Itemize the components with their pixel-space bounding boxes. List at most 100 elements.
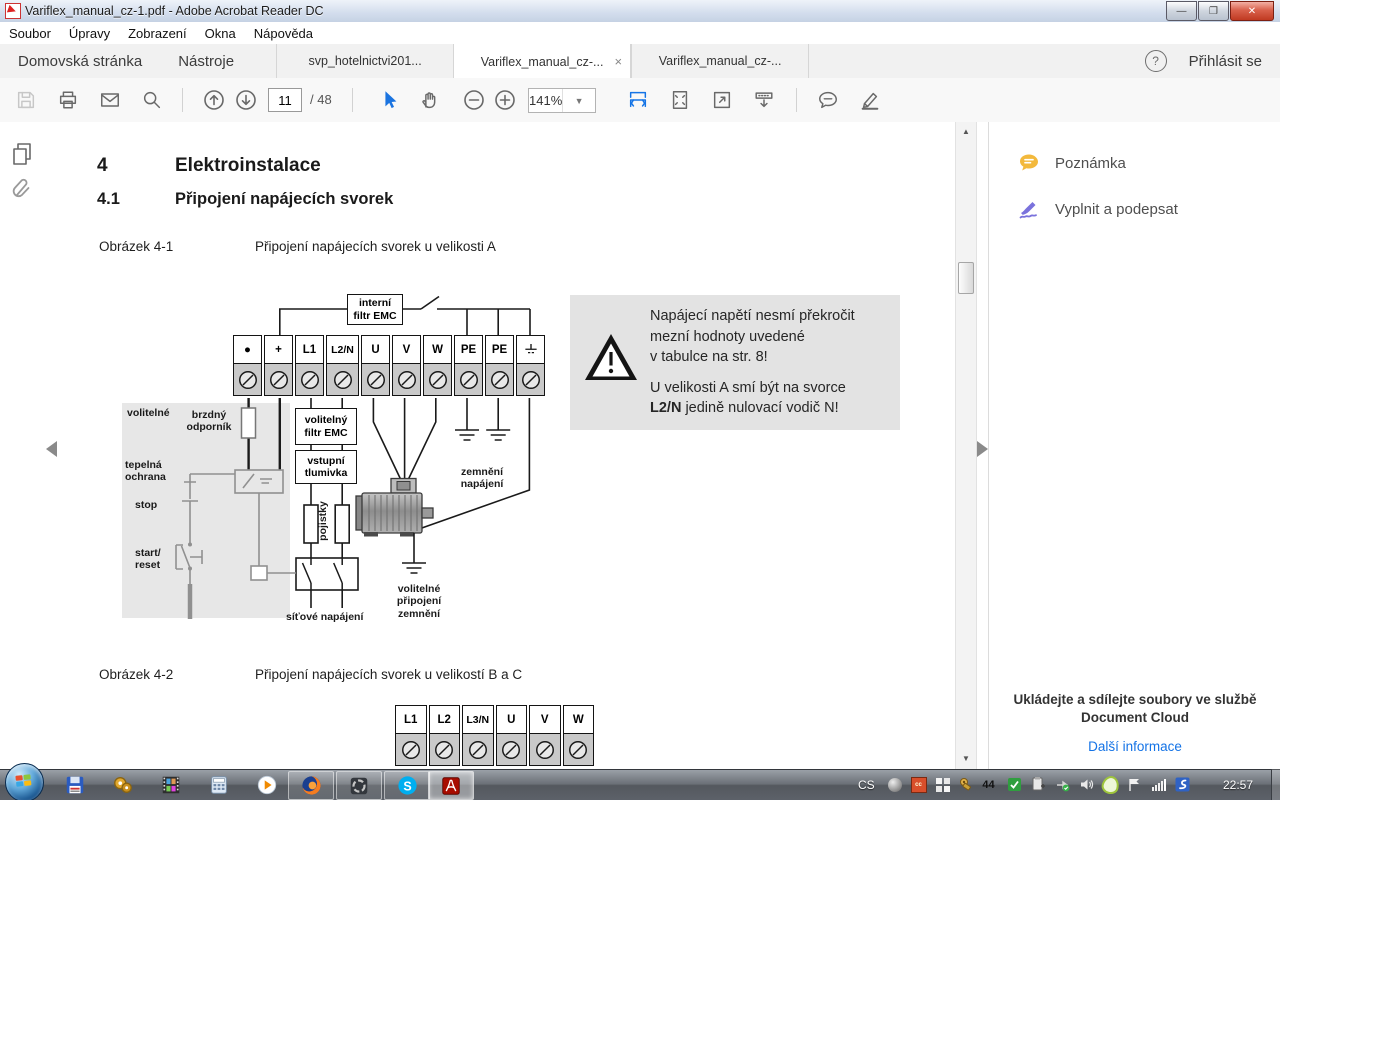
restore-button[interactable]: ❐ bbox=[1198, 1, 1229, 21]
warning-note-box: Napájecí napětí nesmí překročit mezní ho… bbox=[570, 295, 900, 430]
taskbar-calculator-app-icon[interactable] bbox=[206, 772, 231, 797]
save-button[interactable] bbox=[14, 88, 38, 112]
screw-icon bbox=[485, 363, 514, 396]
terminal-pe2: PE bbox=[485, 335, 514, 365]
page-thumbnails-icon[interactable] bbox=[10, 142, 34, 173]
terminal-v: V bbox=[529, 705, 561, 735]
actual-size-button[interactable] bbox=[710, 88, 734, 112]
zoom-out-button[interactable] bbox=[462, 88, 486, 112]
terminal-strip-size-bc: L1 L2 L3/N U V W bbox=[395, 705, 594, 766]
taskbar-media-player-app-icon[interactable] bbox=[254, 772, 279, 797]
taskbar-floppy-app-icon[interactable] bbox=[62, 772, 87, 797]
scroll-up-arrow[interactable]: ▲ bbox=[956, 124, 976, 140]
email-button[interactable] bbox=[98, 88, 122, 112]
tray-core-temp-number[interactable]: 44 bbox=[980, 776, 997, 793]
select-tool-button[interactable] bbox=[378, 88, 402, 112]
language-indicator[interactable]: CS bbox=[858, 778, 875, 792]
terminal-strip-size-a: ● + L1 L2/N U V W PE PE bbox=[233, 335, 545, 396]
document-cloud-promo-line1: Ukládejte a sdílejte soubory ve službě bbox=[989, 692, 1280, 707]
toolbar: / 48 141%▼ bbox=[0, 78, 1280, 123]
terminal-l2n: L2/N bbox=[326, 335, 359, 365]
more-info-link[interactable]: Další informace bbox=[989, 739, 1280, 754]
menu-zobrazeni[interactable]: Zobrazení bbox=[119, 26, 196, 41]
page-total-label: / 48 bbox=[310, 92, 332, 107]
clock[interactable]: 22:57 bbox=[1212, 778, 1264, 792]
doc-tab-1[interactable]: svp_hotelnictvi201... bbox=[276, 44, 453, 78]
screw-icon bbox=[454, 363, 483, 396]
fit-page-button[interactable] bbox=[668, 88, 692, 112]
tray-clipboard-plug-icon[interactable] bbox=[1030, 776, 1047, 793]
fit-width-button[interactable] bbox=[626, 88, 650, 112]
fill-sign-tool-item[interactable]: Vyplnit a podepsat bbox=[989, 194, 1280, 224]
tray-oval-app-icon[interactable] bbox=[1102, 776, 1119, 793]
tray-download-manager-icon[interactable] bbox=[1174, 776, 1191, 793]
tray-four-squares-icon[interactable] bbox=[934, 776, 951, 793]
help-icon[interactable]: ? bbox=[1145, 50, 1167, 72]
zoom-level-value: 141% bbox=[529, 93, 562, 108]
doc-tab-3[interactable]: Variflex_manual_cz-... bbox=[631, 44, 809, 78]
comment-tool-item[interactable]: Poznámka bbox=[989, 148, 1280, 178]
screw-icon bbox=[529, 733, 561, 766]
page-number-input[interactable] bbox=[268, 88, 302, 112]
screw-icon bbox=[496, 733, 528, 766]
scrollbar-thumb[interactable] bbox=[958, 262, 974, 294]
doc-tab-2-active[interactable]: Variflex_manual_cz-... × bbox=[453, 44, 631, 79]
highlighter-tool-button[interactable] bbox=[858, 88, 882, 112]
print-button[interactable] bbox=[56, 88, 80, 112]
tray-update-ball-icon[interactable] bbox=[886, 776, 903, 793]
taskbar-dark-app-button[interactable] bbox=[336, 771, 382, 800]
close-button[interactable]: ✕ bbox=[1230, 1, 1274, 21]
menu-upravy[interactable]: Úpravy bbox=[60, 26, 119, 41]
zoom-in-button[interactable] bbox=[493, 88, 517, 112]
taskbar-skype-app-button[interactable]: S bbox=[384, 771, 430, 800]
tray-network-signal-icon[interactable] bbox=[1150, 776, 1167, 793]
tray-cpu-meter-icon[interactable]: cc bbox=[910, 776, 927, 793]
taskbar-gears-app-icon[interactable] bbox=[110, 772, 135, 797]
tab-tools[interactable]: Nástroje bbox=[160, 44, 252, 78]
tray-action-center-flag-icon[interactable] bbox=[1126, 776, 1143, 793]
vertical-scrollbar[interactable]: ▲ ▼ bbox=[955, 122, 977, 769]
start-button[interactable] bbox=[5, 763, 44, 800]
scroll-down-arrow[interactable]: ▼ bbox=[956, 751, 976, 767]
show-desktop-button[interactable] bbox=[1271, 769, 1280, 800]
attachments-paperclip-icon[interactable] bbox=[9, 174, 33, 207]
sign-in-button[interactable]: Přihlásit se bbox=[1189, 53, 1262, 70]
tray-volume-icon[interactable] bbox=[1078, 776, 1095, 793]
tab-home[interactable]: Domovská stránka bbox=[0, 44, 160, 78]
search-icon[interactable] bbox=[140, 88, 164, 112]
tab-close-icon[interactable]: × bbox=[614, 54, 622, 69]
taskbar-firefox-app-button[interactable] bbox=[288, 771, 334, 800]
previous-page-button[interactable] bbox=[202, 88, 226, 112]
hand-tool-button[interactable] bbox=[418, 88, 442, 112]
desktop-screen: Variflex_manual_cz-1.pdf - Adobe Acrobat… bbox=[0, 0, 1280, 800]
taskbar-film-app-icon[interactable] bbox=[158, 772, 183, 797]
tray-safely-remove-icon[interactable] bbox=[1054, 776, 1071, 793]
right-tools-panel: Poznámka Vyplnit a podepsat Ukládejte a … bbox=[988, 122, 1280, 769]
minimize-button[interactable]: — bbox=[1166, 1, 1197, 21]
screw-icon bbox=[516, 363, 545, 396]
terminal-l3n: L3/N bbox=[462, 705, 494, 735]
comment-tool-label: Poznámka bbox=[1055, 155, 1126, 172]
next-page-arrow[interactable] bbox=[977, 441, 988, 457]
comment-tool-button[interactable] bbox=[816, 88, 840, 112]
next-page-button[interactable] bbox=[234, 88, 258, 112]
menu-soubor[interactable]: Soubor bbox=[0, 26, 60, 41]
pdf-document-page[interactable]: 4 Elektroinstalace 4.1 Připojení napájec… bbox=[40, 122, 955, 769]
terminal-u: U bbox=[361, 335, 390, 365]
label-fuses: pojistky bbox=[317, 491, 331, 551]
figure2-caption: Připojení napájecích svorek u velikostí … bbox=[255, 667, 522, 682]
screw-icon bbox=[264, 363, 293, 396]
terminal-dot: ● bbox=[233, 335, 262, 365]
menu-napoveda[interactable]: Nápověda bbox=[245, 26, 322, 41]
terminal-u: U bbox=[496, 705, 528, 735]
zoom-level-dropdown[interactable]: 141%▼ bbox=[528, 88, 596, 113]
tray-security-keys-icon[interactable] bbox=[958, 776, 975, 793]
internal-emc-filter-box: interní filtr EMC bbox=[347, 294, 403, 325]
section-number: 4 bbox=[97, 155, 108, 177]
reading-mode-button[interactable] bbox=[752, 88, 776, 112]
menu-okna[interactable]: Okna bbox=[196, 26, 245, 41]
taskbar-acrobat-app-button[interactable] bbox=[428, 771, 474, 800]
label-optional: volitelné bbox=[127, 407, 170, 419]
tray-green-check-icon[interactable] bbox=[1006, 776, 1023, 793]
previous-page-arrow[interactable] bbox=[46, 441, 57, 457]
